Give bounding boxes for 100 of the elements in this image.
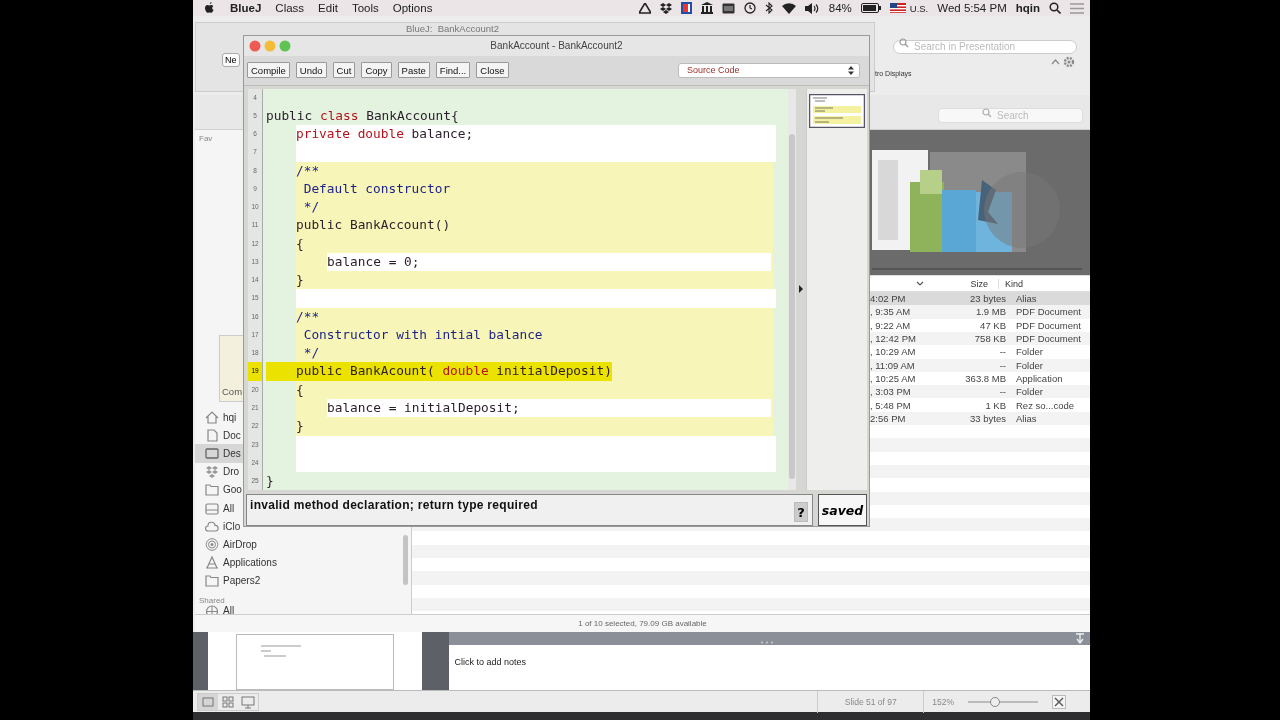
caret-icon[interactable] [1051, 59, 1060, 65]
toolbar-button[interactable]: Paste [397, 62, 430, 79]
toolbar-button[interactable]: Undo [295, 62, 327, 79]
column-header[interactable]: Size [928, 278, 998, 289]
table-cell-text: Alias [1015, 293, 1038, 305]
updown-icon [848, 65, 854, 75]
folder-icon [205, 483, 219, 497]
table-cell-text: , 11:09 AM [870, 359, 916, 371]
divider-handle-icon[interactable] [759, 641, 776, 644]
presenter-icon[interactable] [238, 693, 258, 710]
sidebar-item[interactable]: AirDrop [195, 535, 259, 554]
triangle-right-icon[interactable] [799, 284, 804, 293]
table-cell-text: 1.9 MB [974, 306, 1007, 318]
scrollbar[interactable] [403, 535, 408, 585]
sidebar-item[interactable]: Applications [195, 553, 279, 572]
code-line: } [296, 271, 304, 290]
file-row[interactable]: , 5:48 PM 1 KB Rez so...code [870, 398, 1090, 412]
display-icon[interactable] [721, 2, 735, 14]
sidebar-item[interactable]: Des [195, 444, 243, 463]
window-title: BlueJ: BankAccount2 [406, 23, 499, 34]
sidebar-item[interactable]: All [195, 604, 237, 614]
table-cell-text: 4:02 PM [870, 293, 907, 305]
wifi-icon[interactable] [781, 2, 796, 14]
flag-icon[interactable] [889, 3, 906, 13]
file-row[interactable]: , 9:22 AM 47 KB PDF Document [870, 318, 1090, 332]
gear-icon[interactable] [1063, 56, 1075, 68]
new-button[interactable]: Ne [222, 53, 240, 67]
sidebar-item[interactable]: Goo [195, 480, 244, 499]
file-row[interactable]: , 10:29 AM -- Folder [870, 345, 1090, 359]
sidebar-item[interactable]: Papers2 [195, 571, 263, 590]
clock-icon[interactable] [743, 2, 756, 14]
search-icon [899, 38, 910, 48]
menu-clock[interactable]: Wed 5:54 PM [937, 2, 1007, 14]
toolbar-button[interactable]: Copy [361, 62, 392, 79]
scrollbar[interactable] [788, 88, 797, 491]
file-row[interactable]: , 12:42 PM 758 KB PDF Document [870, 331, 1090, 346]
search-icon[interactable] [1049, 2, 1061, 14]
sidebar-item[interactable]: Doc [195, 426, 243, 445]
input-source[interactable]: U.S. [909, 2, 929, 14]
slide-thumbnail[interactable] [236, 634, 395, 690]
search-field[interactable]: Search in Presentation [893, 39, 1077, 54]
popover-text: Com [221, 386, 243, 399]
notes-placeholder[interactable]: Click to add notes [454, 657, 527, 667]
home-icon [205, 410, 219, 424]
sidebar-item[interactable]: hqi [195, 408, 239, 427]
table-cell-text: , 5:48 PM [870, 399, 912, 411]
code-line: */ [302, 344, 320, 363]
code-line: balance = initialDeposit; [327, 399, 520, 417]
table-cell-text: Rez so...code [1015, 399, 1076, 411]
code-line: Constructor with intial balance [302, 325, 543, 344]
file-row[interactable]: 4:02 PM 23 bytes Alias [870, 292, 1090, 306]
chevron-down-icon[interactable] [916, 281, 924, 286]
file-row[interactable]: , 11:09 AM -- Folder [870, 358, 1090, 372]
toolbar-button[interactable]: Cut [332, 62, 356, 79]
arrow-down-icon[interactable] [1076, 633, 1084, 644]
apple-icon[interactable] [204, 2, 215, 14]
table-cell-text: 23 bytes [969, 293, 1007, 305]
code-overview-drawing[interactable] [809, 93, 866, 128]
code-line: { [296, 234, 304, 253]
toolbar-button[interactable]: Find... [435, 62, 471, 79]
table-cell-text: Application [1015, 372, 1064, 384]
file-row[interactable]: , 9:35 AM 1.9 MB PDF Document [870, 305, 1090, 319]
app-menu[interactable]: BlueJ [230, 2, 262, 14]
bluetooth-icon[interactable] [764, 2, 773, 14]
view-dropdown[interactable]: Source Code [678, 62, 860, 78]
sidebar-item[interactable]: All [195, 498, 237, 518]
slider-thumb[interactable] [989, 696, 1000, 707]
code-line: private double balance; [296, 125, 474, 144]
menu-item[interactable]: Edit [318, 2, 338, 14]
file-row[interactable]: , 10:25 AM 363.8 MB Application [870, 371, 1090, 386]
toolbar-button[interactable]: Close [476, 62, 509, 79]
square-icon[interactable] [680, 2, 692, 14]
sidebar-header: Shared [198, 595, 225, 605]
toolbar-button[interactable]: Compile [247, 62, 290, 79]
sidebar-item[interactable]: iClo [195, 517, 243, 536]
table-cell-text: Alias [1015, 412, 1038, 424]
box-icon[interactable] [659, 2, 672, 14]
code-line: { [296, 380, 304, 399]
help-button[interactable]: ? [794, 502, 808, 523]
user-name[interactable]: hqin [1015, 2, 1040, 14]
bank-icon[interactable] [700, 2, 713, 14]
menu-item[interactable]: Class [275, 2, 305, 14]
file-row[interactable]: 2:56 PM 33 bytes Alias [870, 411, 1090, 425]
triangle-icon[interactable] [638, 2, 651, 14]
table-cell-text: , 9:35 AM [870, 306, 912, 318]
close-icon[interactable] [249, 39, 261, 52]
battery-icon[interactable] [860, 3, 881, 13]
fullscreen-icon[interactable] [1052, 694, 1066, 709]
table-cell-text: -- [998, 386, 1007, 398]
search-field[interactable]: Search [938, 107, 1083, 123]
code-line: } [266, 472, 274, 491]
column-header[interactable]: Kind [998, 278, 1090, 289]
file-row[interactable]: , 3:03 PM -- Folder [870, 385, 1090, 399]
menu-item[interactable]: Options [392, 2, 433, 14]
table-cell-text: PDF Document [1015, 306, 1082, 318]
code-line: public class BankAccount{ [266, 106, 459, 125]
speaker-icon[interactable] [804, 2, 820, 14]
sidebar-item[interactable]: Dro [195, 462, 242, 481]
table-cell-text: 363.8 MB [964, 372, 1007, 384]
menu-item[interactable]: Tools [351, 2, 379, 14]
